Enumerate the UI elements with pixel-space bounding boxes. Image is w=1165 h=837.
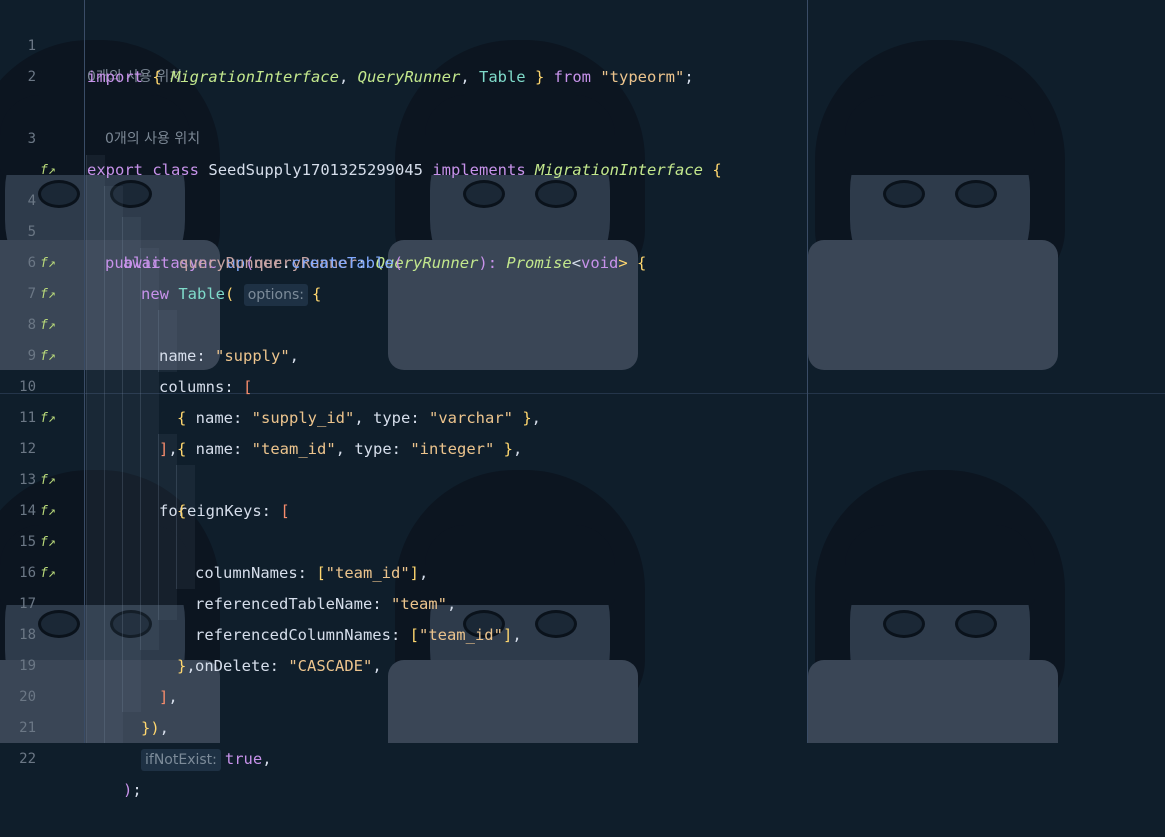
- code-line[interactable]: 20 }),: [0, 651, 1165, 737]
- function-icon[interactable]: f↗: [40, 527, 56, 558]
- code-line[interactable]: 9 f↗ { name: "supply_id", type: "varchar…: [0, 310, 1165, 427]
- keyword: import: [87, 68, 143, 86]
- punctuation: ): [123, 781, 133, 799]
- code-line[interactable]: 21 ifNotExist: true,: [0, 682, 1165, 771]
- punctuation: ;: [132, 781, 142, 799]
- function-icon[interactable]: f↗: [40, 465, 56, 496]
- boolean-literal: true: [224, 750, 263, 768]
- code-line[interactable]: 14 f↗ columnNames: ["team_id"],: [0, 465, 1165, 582]
- function-icon[interactable]: f↗: [40, 403, 56, 434]
- function-icon[interactable]: f↗: [40, 310, 56, 341]
- code-line[interactable]: 17 f↗ onDelete: "CASCADE",: [0, 558, 1165, 675]
- code-line[interactable]: 3 export class SeedSupply1701325299045 i…: [0, 93, 1165, 179]
- function-icon[interactable]: f↗: [40, 248, 56, 279]
- code-editor[interactable]: 0개의 사용 위치 0개의 사용 위치 1 import { Migration…: [0, 0, 1165, 799]
- code-line[interactable]: 13 {: [0, 434, 1165, 520]
- class-name: Table: [478, 68, 526, 86]
- punctuation: ,: [460, 68, 479, 86]
- code-line[interactable]: 19 ],: [0, 620, 1165, 706]
- code-line[interactable]: 8 f↗ columns: [: [0, 279, 1165, 396]
- code-line[interactable]: 11 ],: [0, 372, 1165, 458]
- code-line[interactable]: 6 new Table( options:{: [0, 217, 1165, 306]
- code-line[interactable]: 4 f↗ public async up(queryRunner: QueryR…: [0, 155, 1165, 272]
- code-line[interactable]: 15 f↗ referencedTableName: "team",: [0, 496, 1165, 613]
- function-icon[interactable]: f↗: [40, 341, 56, 372]
- function-icon[interactable]: f↗: [40, 558, 56, 589]
- line-number: 22: [19, 751, 36, 767]
- code-line[interactable]: 7 f↗ name: "supply",: [0, 248, 1165, 365]
- code-line[interactable]: 5 await queryRunner.createTable(: [0, 186, 1165, 272]
- code-line[interactable]: 16 f↗ referencedColumnNames: ["team_id"]…: [0, 527, 1165, 644]
- function-icon[interactable]: f↗: [40, 496, 56, 527]
- type-name: QueryRunner: [357, 68, 461, 86]
- string-literal: "typeorm": [600, 68, 685, 86]
- punctuation: ;: [684, 68, 694, 86]
- code-line[interactable]: 2: [0, 31, 1165, 85]
- type-name: MigrationInterface: [171, 68, 339, 86]
- function-icon[interactable]: f↗: [40, 155, 56, 186]
- code-line[interactable]: 10 f↗ { name: "team_id", type: "integer"…: [0, 341, 1165, 458]
- code-line[interactable]: 22 );: [0, 713, 1165, 799]
- code-line[interactable]: 18 },: [0, 589, 1165, 675]
- punctuation: ,: [262, 750, 272, 768]
- punctuation: }: [525, 68, 554, 86]
- punctuation: {: [143, 68, 171, 86]
- keyword: from: [553, 68, 591, 86]
- usage-hint[interactable]: 0개의 사용 위치: [105, 124, 200, 155]
- code-line[interactable]: 1 import { MigrationInterface, QueryRunn…: [0, 0, 1165, 86]
- punctuation: ,: [338, 68, 358, 86]
- code-line[interactable]: 12 f↗ foreignKeys: [: [0, 403, 1165, 520]
- parameter-hint: ifNotExist:: [141, 749, 221, 771]
- function-icon[interactable]: f↗: [40, 279, 56, 310]
- line-number: 2: [27, 69, 36, 85]
- line-number: 3: [27, 131, 36, 147]
